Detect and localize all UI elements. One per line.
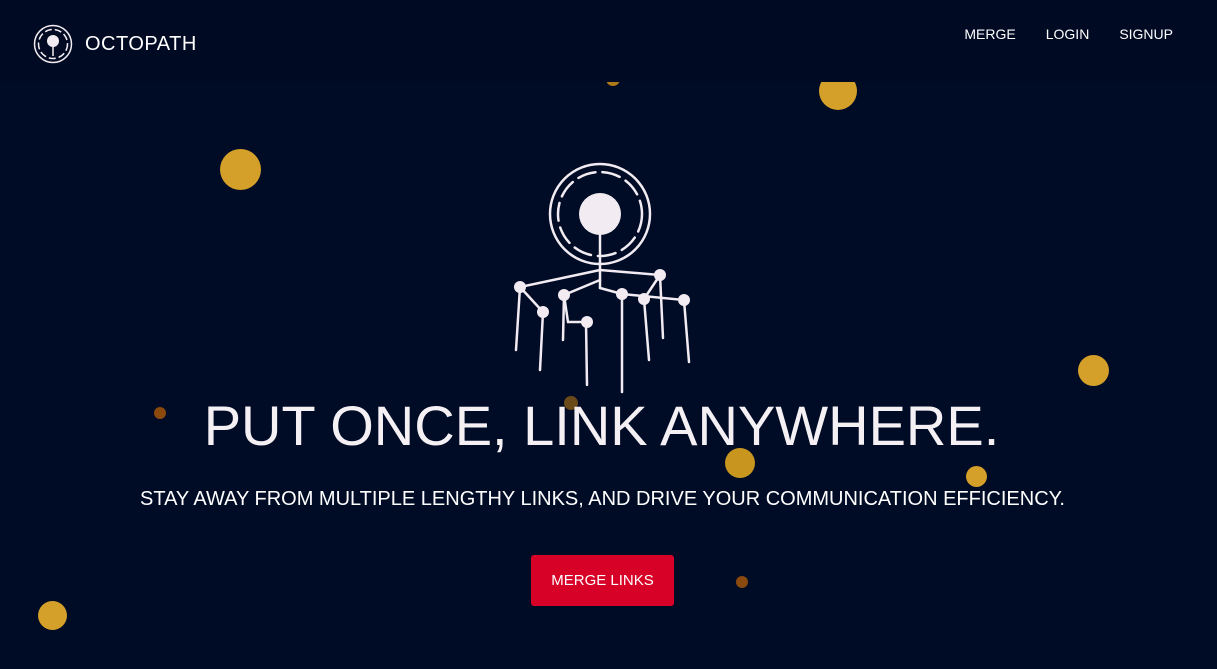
floating-dot <box>966 466 987 487</box>
nav-link-merge[interactable]: MERGE <box>964 26 1015 42</box>
floating-dot <box>38 601 67 630</box>
brand[interactable]: OCTOPATH <box>33 24 197 64</box>
top-navbar: OCTOPATH MERGE LOGIN SIGNUP <box>0 0 1217 82</box>
landing-page: OCTOPATH MERGE LOGIN SIGNUP PUT ONCE, LI… <box>0 0 1217 669</box>
octopus-logo-icon <box>33 24 73 64</box>
floating-dot <box>736 576 748 588</box>
floating-dot <box>220 149 261 190</box>
brand-name: OCTOPATH <box>85 32 197 55</box>
floating-dot <box>1078 355 1109 386</box>
merge-links-button[interactable]: MERGE LINKS <box>531 555 674 606</box>
nav-link-signup[interactable]: SIGNUP <box>1119 26 1173 42</box>
hero-title: PUT ONCE, LINK ANYWHERE. <box>203 394 1000 457</box>
nav-links: MERGE LOGIN SIGNUP <box>964 26 1173 42</box>
octopus-links-illustration <box>514 162 691 394</box>
hero-subtitle: STAY AWAY FROM MULTIPLE LENGTHY LINKS, A… <box>140 488 1065 510</box>
nav-link-login[interactable]: LOGIN <box>1046 26 1090 42</box>
